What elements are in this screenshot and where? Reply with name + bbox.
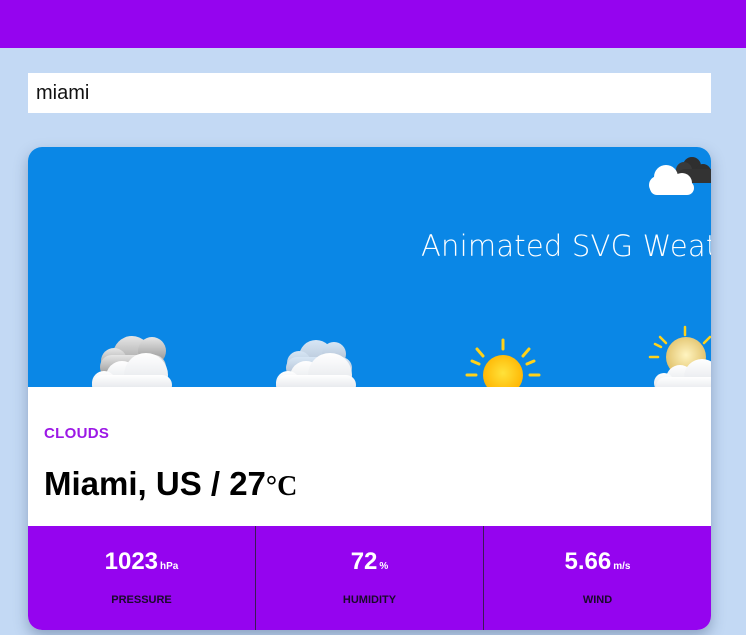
stat-wind-value-row: 5.66 m/s bbox=[484, 548, 711, 576]
storm-cloud-icon bbox=[92, 336, 172, 387]
search-input[interactable] bbox=[28, 73, 711, 113]
weather-card: Animated SVG Weather CLOUDS Miami, US / … bbox=[28, 147, 711, 630]
top-bar bbox=[0, 0, 746, 48]
weather-icons-illustration bbox=[92, 157, 711, 387]
wind-unit: m/s bbox=[613, 561, 631, 572]
city-temperature: Miami, US / 27°C bbox=[44, 465, 297, 503]
city-name: Miami, US / 27 bbox=[44, 465, 266, 502]
sun-icon bbox=[465, 338, 541, 387]
pressure-label: PRESSURE bbox=[111, 594, 172, 606]
weather-condition: CLOUDS bbox=[44, 425, 110, 442]
stat-pressure: 1023 hPa PRESSURE bbox=[28, 526, 256, 630]
weather-stats: 1023 hPa PRESSURE 72% HUMIDITY 5.66 m/s WI… bbox=[28, 526, 711, 630]
wind-label: WIND bbox=[582, 594, 613, 606]
banner-title: Animated SVG Weather bbox=[421, 229, 711, 263]
partly-sunny-icon bbox=[648, 325, 711, 387]
stat-wind: 5.66 m/s WIND bbox=[484, 526, 711, 630]
stat-humidity-value-row: 72% bbox=[256, 548, 483, 576]
temperature-unit: °C bbox=[265, 471, 298, 502]
weather-banner: Animated SVG Weather bbox=[28, 147, 711, 387]
humidity-label: HUMIDITY bbox=[342, 594, 397, 606]
pressure-value: 1023 bbox=[104, 548, 159, 575]
cloud-dark-icon bbox=[649, 157, 711, 195]
stat-pressure-value-row: 1023 hPa bbox=[28, 548, 255, 576]
pressure-unit: hPa bbox=[160, 561, 179, 572]
cloudy-icon bbox=[276, 340, 356, 387]
stat-humidity: 72% HUMIDITY bbox=[256, 526, 484, 630]
humidity-unit: % bbox=[379, 561, 389, 572]
wind-value: 5.66 bbox=[564, 548, 612, 575]
humidity-value: 72 bbox=[350, 548, 378, 575]
